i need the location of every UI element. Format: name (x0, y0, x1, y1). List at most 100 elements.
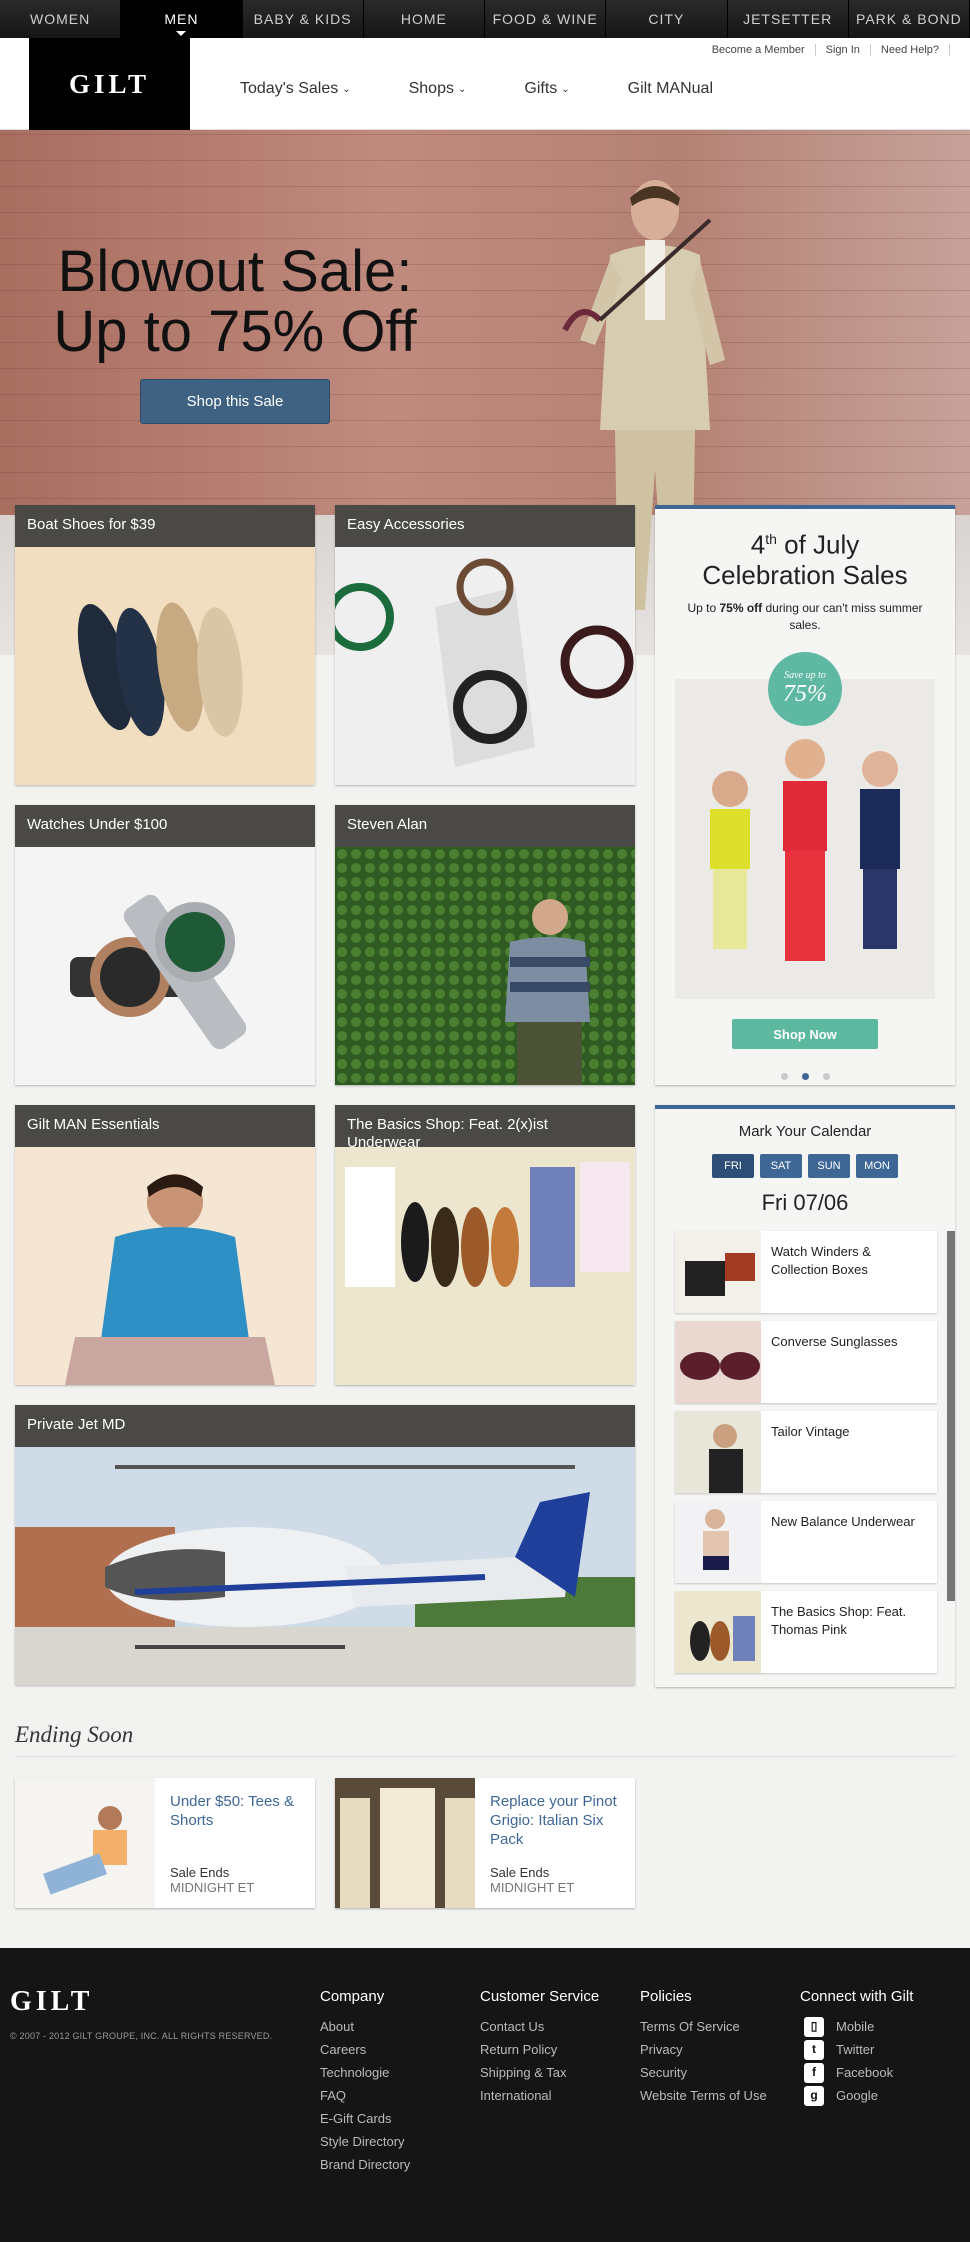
promo-description: Up to 75% off during our can't miss summ… (685, 600, 925, 634)
promo-title-suffix: th (765, 531, 777, 547)
sale-tile-easy-accessories[interactable]: Easy Accessories (335, 505, 635, 785)
category-jetsetter[interactable]: JETSETTER (728, 0, 849, 38)
footer-link-technologie[interactable]: Technologie (320, 2061, 410, 2084)
social-google-label: Google (836, 2088, 878, 2103)
category-park-bond[interactable]: PARK & BOND (849, 0, 970, 38)
nav-shops-label: Shops (408, 80, 454, 97)
mobile-icon: ▯ (804, 2016, 824, 2037)
social-mobile[interactable]: ▯ Mobile (800, 2015, 913, 2038)
chevron-down-icon: ⌄ (457, 83, 467, 95)
nav-shops[interactable]: Shops ⌄ (409, 80, 467, 98)
footer-link-security[interactable]: Security (640, 2061, 767, 2084)
footer-link-website-terms[interactable]: Website Terms of Use (640, 2084, 767, 2107)
calendar-scrollbar[interactable] (947, 1231, 955, 1601)
sale-tile-watches[interactable]: Watches Under $100 (15, 805, 315, 1085)
watches-image (15, 847, 315, 1085)
footer-link-shipping[interactable]: Shipping & Tax (480, 2061, 599, 2084)
day-tab-mon[interactable]: MON (856, 1154, 898, 1178)
footer-link-careers[interactable]: Careers (320, 2038, 410, 2061)
tile-caption: Private Jet MD (15, 1405, 635, 1447)
steven-alan-image (335, 847, 635, 1085)
category-women[interactable]: WOMEN (0, 0, 122, 38)
become-member-link[interactable]: Become a Member (702, 44, 816, 56)
sale-tile-gilt-man-essentials[interactable]: Gilt MAN Essentials (15, 1105, 315, 1385)
tile-caption: Easy Accessories (335, 505, 635, 547)
ending-item-title[interactable]: Under $50: Tees & Shorts (170, 1792, 305, 1830)
shop-this-sale-button[interactable]: Shop this Sale (140, 379, 330, 424)
need-help-link[interactable]: Need Help? (871, 44, 950, 56)
save-badge: Save up to 75% (768, 652, 842, 726)
footer-link-international[interactable]: International (480, 2084, 599, 2107)
social-google[interactable]: g Google (800, 2084, 913, 2107)
utility-links: Become a Member Sign In Need Help? (702, 44, 950, 56)
carousel-dot[interactable] (822, 1073, 830, 1080)
social-facebook[interactable]: f Facebook (800, 2061, 913, 2084)
ending-soon-item[interactable]: Replace your Pinot Grigio: Italian Six P… (335, 1778, 635, 1908)
site-header: GILT Become a Member Sign In Need Help? … (0, 38, 970, 130)
july-4th-promo: 4th of July Celebration Sales Up to 75% … (655, 505, 955, 1085)
day-tab-fri[interactable]: FRI (712, 1154, 754, 1178)
tile-caption: Gilt MAN Essentials (15, 1105, 315, 1147)
ending-item-title[interactable]: Replace your Pinot Grigio: Italian Six P… (490, 1792, 625, 1849)
footer-link-terms[interactable]: Terms Of Service (640, 2015, 767, 2038)
category-food-wine[interactable]: FOOD & WINE (485, 0, 607, 38)
hero-title-line1: Blowout Sale: (57, 239, 413, 304)
nav-gilt-manual-label: Gilt MANual (627, 80, 714, 97)
social-twitter[interactable]: t Twitter (800, 2038, 913, 2061)
category-baby-kids[interactable]: BABY & KIDS (243, 0, 364, 38)
sale-tile-private-jet-md[interactable]: Private Jet MD (15, 1405, 635, 1685)
footer-customer-service: Customer Service Contact Us Return Polic… (480, 1988, 599, 2107)
category-city[interactable]: CITY (606, 0, 728, 38)
google-icon: g (804, 2085, 824, 2106)
nav-todays-sales[interactable]: Today's Sales ⌄ (240, 80, 351, 98)
event-title: Tailor Vintage (771, 1424, 850, 1439)
nav-gifts[interactable]: Gifts ⌄ (524, 80, 569, 98)
footer-logo[interactable]: GILT (10, 1986, 93, 2018)
footer-link-egift[interactable]: E-Gift Cards (320, 2107, 410, 2130)
event-title: The Basics Shop: Feat. Thomas Pink (771, 1604, 907, 1637)
sale-tile-basics-2xist[interactable]: The Basics Shop: Feat. 2(x)ist Underwear (335, 1105, 635, 1385)
footer-link-contact[interactable]: Contact Us (480, 2015, 599, 2038)
list-item[interactable]: The Basics Shop: Feat. Thomas Pink (675, 1591, 937, 1673)
boat-shoes-image (15, 547, 315, 785)
footer-policies-title: Policies (640, 1988, 692, 2005)
list-item[interactable]: Tailor Vintage (675, 1411, 937, 1493)
badge-small-text: Save up to (784, 670, 826, 681)
footer-link-returns[interactable]: Return Policy (480, 2038, 599, 2061)
sale-tile-steven-alan[interactable]: Steven Alan (335, 805, 635, 1085)
ending-soon-item[interactable]: Under $50: Tees & Shorts Sale Ends MIDNI… (15, 1778, 315, 1908)
footer-connect-title: Connect with Gilt (800, 1988, 914, 2005)
carousel-dots (655, 1073, 955, 1080)
copyright: © 2007 - 2012 GILT GROUPE, INC. ALL RIGH… (10, 2031, 273, 2041)
footer-link-privacy[interactable]: Privacy (640, 2038, 767, 2061)
footer-link-about[interactable]: About (320, 2015, 410, 2038)
tile-caption: Boat Shoes for $39 (15, 505, 315, 547)
kids-image[interactable] (675, 679, 935, 999)
tile-caption: Watches Under $100 (15, 805, 315, 847)
sign-in-link[interactable]: Sign In (816, 44, 871, 56)
nav-gilt-manual[interactable]: Gilt MANual (628, 80, 713, 98)
list-item[interactable]: Watch Winders & Collection Boxes (675, 1231, 937, 1313)
category-nav: WOMEN MEN BABY & KIDS HOME FOOD & WINE C… (0, 0, 970, 38)
day-tab-sat[interactable]: SAT (760, 1154, 802, 1178)
footer-link-style-directory[interactable]: Style Directory (320, 2130, 410, 2153)
calendar-day-tabs: FRI SAT SUN MON (655, 1154, 955, 1178)
calendar-date: Fri 07/06 (761, 1190, 849, 1215)
divider (15, 1756, 955, 1757)
category-home[interactable]: HOME (364, 0, 485, 38)
shop-now-button[interactable]: Shop Now (732, 1019, 878, 1049)
footer-link-brand-directory[interactable]: Brand Directory (320, 2153, 410, 2176)
carousel-dot[interactable] (780, 1073, 788, 1080)
gilt-logo[interactable]: GILT (29, 38, 190, 130)
list-item[interactable]: New Balance Underwear (675, 1501, 937, 1583)
nav-todays-sales-label: Today's Sales (240, 80, 339, 97)
list-item[interactable]: Converse Sunglasses (675, 1321, 937, 1403)
nav-gifts-label: Gifts (524, 80, 558, 97)
carousel-dot-active[interactable] (801, 1073, 809, 1080)
sale-tile-boat-shoes[interactable]: Boat Shoes for $39 (15, 505, 315, 785)
day-tab-sun[interactable]: SUN (808, 1154, 850, 1178)
category-men[interactable]: MEN (121, 0, 243, 38)
event-title: Converse Sunglasses (771, 1334, 898, 1349)
main-nav: Today's Sales ⌄ Shops ⌄ Gifts ⌄ Gilt MANual (240, 80, 771, 98)
footer-link-faq[interactable]: FAQ (320, 2084, 410, 2107)
